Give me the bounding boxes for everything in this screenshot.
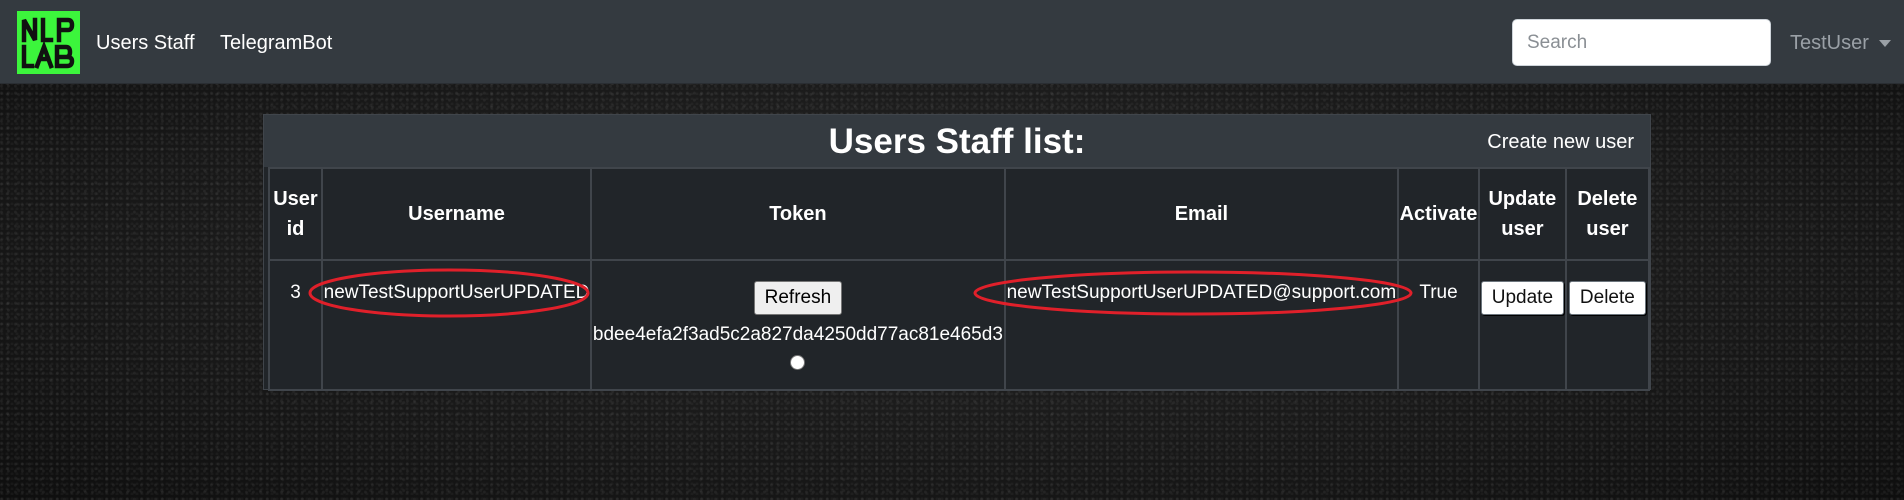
- table-row: 3 newTestSupportUserUPDATED Refresh bdee…: [268, 259, 1651, 391]
- nlp-lab-logo-icon: [21, 17, 75, 69]
- page-title: Users Staff list:: [828, 122, 1086, 161]
- cell-delete: Delete: [1564, 259, 1651, 391]
- header-username: Username: [320, 167, 593, 261]
- nav-link-users-staff[interactable]: Users Staff: [96, 31, 195, 55]
- navbar: Users Staff TelegramBot TestUser: [0, 0, 1904, 84]
- username-text: newTestSupportUserUPDATED: [323, 282, 590, 303]
- caret-down-icon: [1878, 40, 1891, 48]
- card-header: Users Staff list: Create new user: [264, 115, 1650, 167]
- refresh-token-button[interactable]: Refresh: [753, 281, 843, 315]
- delete-user-button[interactable]: Delete: [1568, 281, 1646, 315]
- nav-link-telegram-bot[interactable]: TelegramBot: [220, 31, 332, 55]
- cell-email: newTestSupportUserUPDATED@support.com: [973, 259, 1413, 391]
- search-input[interactable]: [1512, 19, 1771, 66]
- header-token: Token: [590, 167, 1006, 261]
- token-radio[interactable]: [790, 355, 806, 370]
- header-email: Email: [1003, 167, 1399, 261]
- email-highlight: newTestSupportUserUPDATED@support.com: [973, 270, 1413, 316]
- header-activate: Activate: [1396, 167, 1481, 261]
- user-menu-label: TestUser: [1790, 32, 1869, 54]
- cell-username: newTestSupportUserUPDATED: [308, 259, 593, 391]
- nlp-lab-logo[interactable]: [17, 11, 80, 74]
- token-value: bdee4efa2f3ad5c2a827da4250dd77ac81e465d3: [592, 324, 1003, 345]
- cell-token: Refresh bdee4efa2f3ad5c2a827da4250dd77ac…: [590, 259, 1006, 391]
- cell-update: Update: [1478, 259, 1567, 391]
- header-delete-user: Delete user: [1564, 167, 1651, 261]
- table-header-row: User id Username Token Email Activate Up…: [268, 167, 1651, 261]
- header-user-id-label: User id: [273, 188, 318, 240]
- update-user-button[interactable]: Update: [1480, 281, 1565, 315]
- user-menu-dropdown[interactable]: TestUser: [1790, 31, 1891, 55]
- users-table: User id Username Token Email Activate Up…: [268, 167, 1651, 391]
- username-highlight: newTestSupportUserUPDATED: [308, 268, 590, 318]
- header-update-user: Update user: [1478, 167, 1567, 261]
- users-staff-card: Users Staff list: Create new user User i…: [263, 114, 1651, 391]
- email-text: newTestSupportUserUPDATED@support.com: [1006, 282, 1397, 303]
- create-new-user-link[interactable]: Create new user: [1487, 130, 1634, 154]
- header-update-user-label: Update user: [1488, 188, 1557, 240]
- cell-activate: True: [1396, 259, 1481, 391]
- header-delete-user-label: Delete user: [1577, 188, 1638, 240]
- cell-user-id: 3: [268, 259, 323, 391]
- header-user-id: User id: [268, 167, 323, 261]
